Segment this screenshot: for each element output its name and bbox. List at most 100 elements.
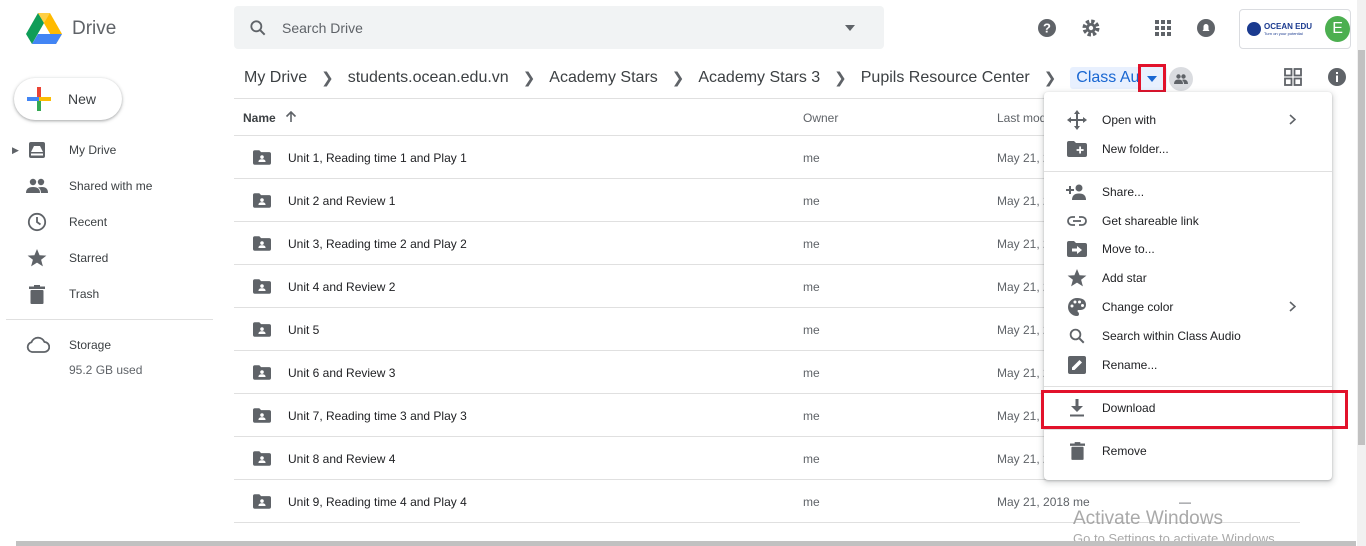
menu-item-change-color[interactable]: Change color (1044, 292, 1332, 321)
scrollbar-thumb[interactable] (1358, 50, 1365, 445)
sidebar-item-trash[interactable]: Trash (0, 276, 214, 312)
menu-item-open-with[interactable]: Open with (1044, 105, 1332, 134)
column-header-owner[interactable]: Owner (803, 111, 838, 125)
chevron-right-icon (1289, 301, 1296, 312)
expand-arrow-icon[interactable]: ▶ (12, 145, 19, 156)
shared-folder-icon[interactable] (1169, 67, 1193, 91)
breadcrumb: My Drive ❯ students.ocean.edu.vn ❯ Acade… (244, 66, 1167, 90)
sidebar-item-label: Shared with me (69, 179, 153, 193)
file-size: — (1179, 495, 1191, 509)
search-bar[interactable] (234, 6, 884, 49)
new-button[interactable]: New (14, 78, 122, 120)
org-name: OCEAN EDU (1264, 21, 1313, 31)
menu-item-label: New folder... (1102, 141, 1169, 156)
file-owner: me (803, 409, 820, 423)
storage-label: Storage (69, 338, 112, 352)
org-logo: OCEAN EDU Turn on your potential (1247, 15, 1318, 43)
sidebar-item-shared-with-me[interactable]: Shared with me (0, 168, 214, 204)
menu-item-search-within[interactable]: Search within Class Audio (1044, 321, 1332, 350)
avatar[interactable]: E (1325, 16, 1350, 42)
shared-folder-icon (253, 322, 271, 340)
trash-icon (1066, 440, 1088, 462)
info-icon[interactable] (1327, 67, 1347, 87)
shared-folder-icon (253, 451, 271, 469)
column-header-modified[interactable]: Last mod (997, 111, 1046, 125)
file-name: Unit 7, Reading time 3 and Play 3 (288, 409, 467, 423)
breadcrumb-item[interactable]: Pupils Resource Center (861, 69, 1030, 87)
file-modified: May 21, 2 (997, 151, 1050, 165)
shared-folder-icon (253, 236, 271, 254)
breadcrumb-item[interactable]: students.ocean.edu.vn (348, 69, 509, 87)
file-modified: May 21, 2018 me (997, 495, 1090, 509)
rename-pencil-icon (1066, 354, 1088, 376)
file-modified: May 21, 2 (997, 280, 1050, 294)
chevron-right-icon (1289, 114, 1296, 125)
menu-item-label: Change color (1102, 299, 1174, 314)
menu-item-label: Search within Class Audio (1102, 328, 1241, 343)
file-modified: May 21, 2 (997, 194, 1050, 208)
file-name: Unit 8 and Review 4 (288, 452, 396, 466)
menu-item-add-star[interactable]: Add star (1044, 263, 1332, 292)
file-modified: May 21, 2 (997, 366, 1050, 380)
file-owner: me (803, 151, 820, 165)
sort-arrow-up-icon[interactable] (285, 111, 297, 123)
menu-item-move-to[interactable]: Move to... (1044, 234, 1332, 263)
new-folder-icon (1066, 138, 1088, 160)
sidebar-item-label: My Drive (69, 143, 117, 157)
link-icon (1066, 210, 1088, 232)
breadcrumb-item[interactable]: Academy Stars 3 (698, 69, 820, 87)
folder-menu-dropdown-button[interactable] (1138, 64, 1166, 93)
storage-section[interactable]: Storage 95.2 GB used (26, 336, 142, 377)
menu-item-remove[interactable]: Remove (1044, 436, 1332, 465)
menu-item-label: Open with (1102, 112, 1157, 127)
open-with-icon (1066, 109, 1088, 131)
menu-item-get-link[interactable]: Get shareable link (1044, 206, 1332, 235)
sidebar-item-label: Recent (69, 215, 108, 229)
grid-view-icon[interactable] (1284, 68, 1302, 86)
notifications-bell-icon[interactable] (1195, 17, 1217, 39)
chevron-right-icon: ❯ (834, 70, 847, 87)
file-name: Unit 6 and Review 3 (288, 366, 396, 380)
file-name: Unit 4 and Review 2 (288, 280, 396, 294)
breadcrumb-item[interactable]: Academy Stars (549, 69, 657, 87)
menu-divider (1044, 386, 1332, 387)
search-icon[interactable] (248, 18, 268, 38)
settings-gear-icon[interactable] (1080, 17, 1102, 39)
file-name: Unit 9, Reading time 4 and Play 4 (288, 495, 467, 509)
horizontal-scrollbar[interactable] (16, 541, 1356, 546)
shared-folder-icon (253, 365, 271, 383)
people-icon (26, 175, 48, 197)
account-switcher[interactable]: OCEAN EDU Turn on your potential E (1239, 9, 1351, 49)
file-owner: me (803, 495, 820, 509)
menu-item-label: Remove (1102, 443, 1147, 458)
sidebar-item-my-drive[interactable]: ▶ My Drive (0, 132, 214, 168)
sidebar-item-starred[interactable]: Starred (0, 240, 214, 276)
file-owner: me (803, 194, 820, 208)
storage-used: 95.2 GB used (69, 363, 143, 377)
sidebar-item-label: Trash (69, 287, 100, 301)
file-name: Unit 1, Reading time 1 and Play 1 (288, 151, 467, 165)
menu-item-label: Move to... (1102, 241, 1155, 256)
drive-app: Drive ? OCEAN EDU Turn on your potential (0, 0, 1366, 546)
org-emblem-icon (1247, 22, 1261, 36)
menu-item-rename[interactable]: Rename... (1044, 350, 1332, 379)
apps-grid-icon[interactable] (1152, 17, 1174, 39)
file-owner: me (803, 280, 820, 294)
download-highlight-box (1041, 390, 1348, 429)
drive-logo[interactable]: Drive (26, 13, 116, 44)
menu-item-share[interactable]: Share... (1044, 177, 1332, 206)
help-icon[interactable]: ? (1036, 17, 1058, 39)
new-button-label: New (68, 91, 97, 107)
vertical-scrollbar[interactable] (1357, 0, 1366, 546)
search-options-icon[interactable] (844, 24, 856, 32)
clock-icon (26, 211, 48, 233)
sidebar-item-recent[interactable]: Recent (0, 204, 214, 240)
column-header-name[interactable]: Name (243, 111, 276, 125)
menu-item-new-folder[interactable]: New folder... (1044, 134, 1332, 163)
search-input[interactable] (282, 19, 822, 36)
menu-divider (1044, 171, 1332, 172)
move-to-folder-icon (1066, 238, 1088, 260)
file-modified: May 21, 2 (997, 323, 1050, 337)
file-modified: May 21, 2 (997, 237, 1050, 251)
breadcrumb-item[interactable]: My Drive (244, 69, 307, 87)
